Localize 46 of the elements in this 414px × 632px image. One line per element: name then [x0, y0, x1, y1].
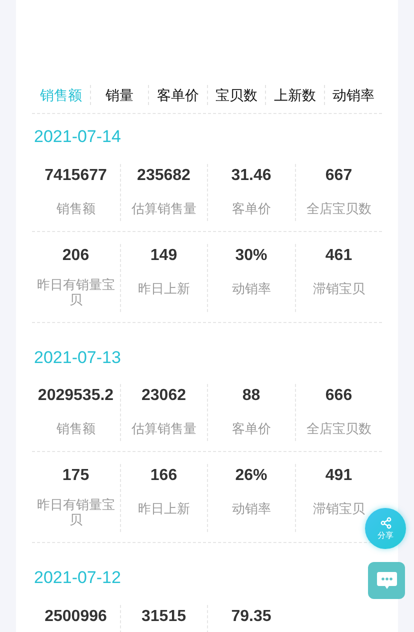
stat-label: 动销率 — [230, 280, 272, 296]
stat-value: 235682 — [137, 166, 190, 186]
stat-value: 26% — [235, 466, 268, 486]
stat-label: 昨日上新 — [136, 501, 191, 516]
tab[interactable]: 动销率 — [324, 85, 382, 105]
tab[interactable]: 客单价 — [148, 85, 206, 105]
tab[interactable]: 上新数 — [265, 85, 324, 105]
stat-value: 667 — [325, 166, 352, 186]
stat-label: 动销率 — [230, 501, 272, 516]
stat-value: 491 — [325, 466, 352, 486]
stat-value: 88 — [242, 386, 260, 406]
stat-value: 175 — [62, 466, 90, 486]
stat-label: 昨日有销量宝贝 — [36, 497, 116, 527]
stat-label: 客单价 — [230, 421, 272, 436]
stat-value: 206 — [62, 246, 90, 266]
stat-value: 7415677 — [44, 166, 107, 186]
stat-value: 31515 — [142, 606, 186, 626]
stat-label: 滞销宝贝 — [312, 501, 366, 516]
stat-value: 2029535.2 — [38, 386, 114, 406]
stat-value: 31.46 — [231, 166, 272, 186]
chat-button[interactable] — [368, 562, 405, 599]
stat-value: 23062 — [142, 386, 186, 406]
stat-label: 估算销售量 — [130, 200, 198, 216]
stat-value: 461 — [325, 246, 352, 266]
stat-value: 166 — [150, 466, 178, 486]
stat-label: 客单价 — [230, 200, 272, 216]
stat-label: 滞销宝贝 — [312, 280, 366, 296]
stat-value: 79.35 — [231, 606, 272, 626]
stat-value: 149 — [150, 246, 178, 266]
tab[interactable]: 销量 — [90, 85, 148, 105]
stat-label: 全店宝贝数 — [305, 421, 372, 436]
stat-label: 销售额 — [55, 421, 96, 436]
stat-label: 全店宝贝数 — [305, 200, 372, 216]
share-icon — [380, 517, 392, 529]
tab[interactable]: 宝贝数 — [206, 85, 265, 105]
stat-label: 估算销售量 — [130, 421, 198, 436]
date-heading: 2021-07-13 — [33, 346, 122, 368]
stat-label: 昨日上新 — [136, 280, 191, 296]
chat-icon — [376, 570, 398, 590]
stat-label: 昨日有销量宝贝 — [36, 276, 116, 306]
stat-label: 销售额 — [55, 200, 96, 216]
stat-value: 666 — [325, 386, 352, 406]
stat-value: 2500996 — [44, 606, 107, 626]
date-heading: 2021-07-14 — [33, 126, 122, 148]
date-heading: 2021-07-12 — [33, 567, 122, 589]
stat-value: 30% — [235, 246, 268, 266]
